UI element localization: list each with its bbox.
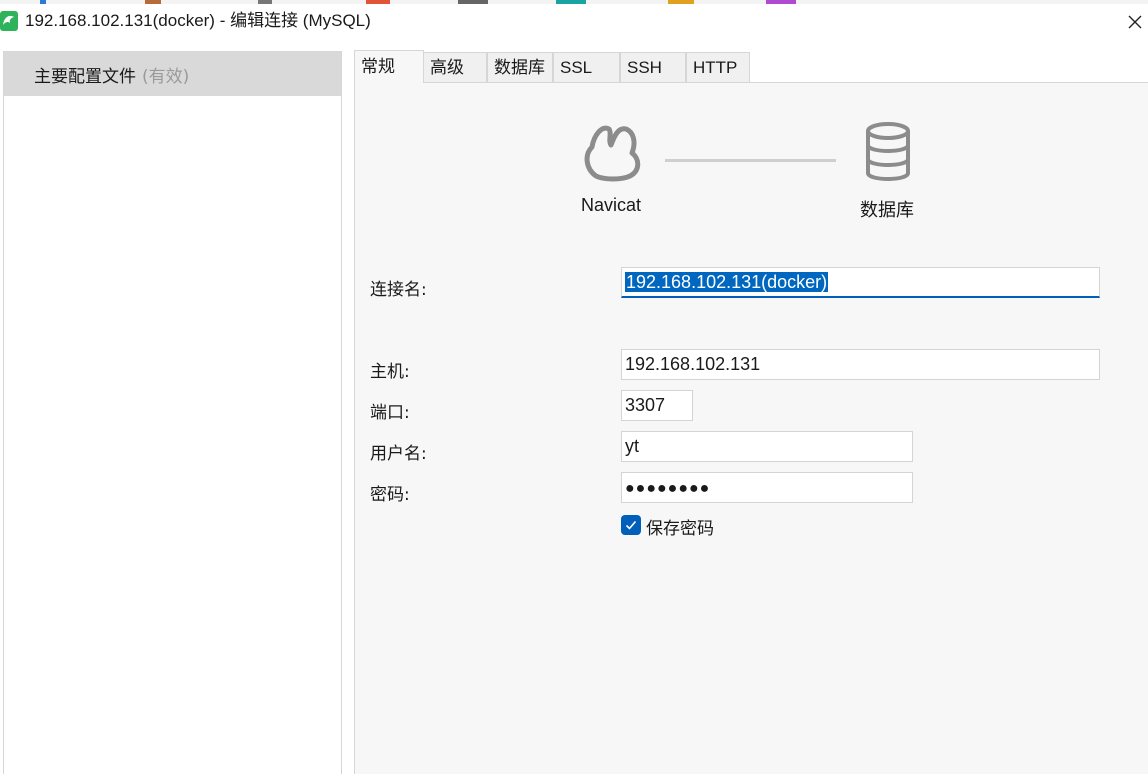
title-bar: 192.168.102.131(docker) - 编辑连接 (MySQL) xyxy=(0,4,1148,38)
port-label: 端口: xyxy=(370,403,410,423)
tab-label: SSL xyxy=(560,58,593,77)
password-input[interactable]: ●●●●●●●● xyxy=(621,472,913,503)
sidebar-item-status: (有效) xyxy=(142,66,190,87)
username-input[interactable]: yt xyxy=(621,431,913,462)
navicat-logo-icon xyxy=(582,121,644,187)
username-value: yt xyxy=(625,436,640,456)
navicat-app-icon xyxy=(0,9,20,33)
database-icon xyxy=(864,121,912,187)
sidebar-item-main-profile[interactable]: 主要配置文件 (有效) xyxy=(4,52,341,96)
checkmark-icon xyxy=(625,520,637,530)
tab-ssl[interactable]: SSL xyxy=(553,52,620,83)
port-value: 3307 xyxy=(625,395,666,415)
connection-name-value: 192.168.102.131(docker) xyxy=(625,272,829,292)
close-icon xyxy=(1128,15,1142,29)
save-password-label[interactable]: 保存密码 xyxy=(646,514,714,539)
password-label: 密码: xyxy=(370,485,410,505)
tab-general[interactable]: 常规 xyxy=(354,50,424,83)
save-password-checkbox[interactable] xyxy=(621,515,641,535)
host-input[interactable]: 192.168.102.131 xyxy=(621,349,1100,380)
tab-advanced[interactable]: 高级 xyxy=(423,52,487,83)
tab-database[interactable]: 数据库 xyxy=(487,52,553,83)
navicat-label: Navicat xyxy=(581,195,642,215)
profile-sidebar: 主要配置文件 (有效) xyxy=(3,51,342,774)
username-label: 用户名: xyxy=(370,444,427,464)
tab-label: 高级 xyxy=(430,58,464,77)
sidebar-item-label: 主要配置文件 xyxy=(34,66,136,87)
host-label: 主机: xyxy=(370,362,410,382)
database-label: 数据库 xyxy=(860,200,914,220)
window-title: 192.168.102.131(docker) - 编辑连接 (MySQL) xyxy=(25,11,371,30)
password-value: ●●●●●●●● xyxy=(625,480,711,497)
host-value: 192.168.102.131 xyxy=(625,354,761,374)
tab-label: 数据库 xyxy=(494,58,545,77)
port-input[interactable]: 3307 xyxy=(621,390,693,421)
tab-label: 常规 xyxy=(361,57,395,76)
close-button[interactable] xyxy=(1122,8,1148,36)
general-tab-panel xyxy=(354,82,1148,774)
tab-label: SSH xyxy=(627,58,662,77)
connection-name-input[interactable]: 192.168.102.131(docker) xyxy=(621,267,1100,298)
connection-line xyxy=(665,159,836,162)
tab-http[interactable]: HTTP xyxy=(686,52,750,83)
tab-label: HTTP xyxy=(693,58,738,77)
connection-name-label: 连接名: xyxy=(370,280,427,300)
tab-ssh[interactable]: SSH xyxy=(620,52,686,83)
